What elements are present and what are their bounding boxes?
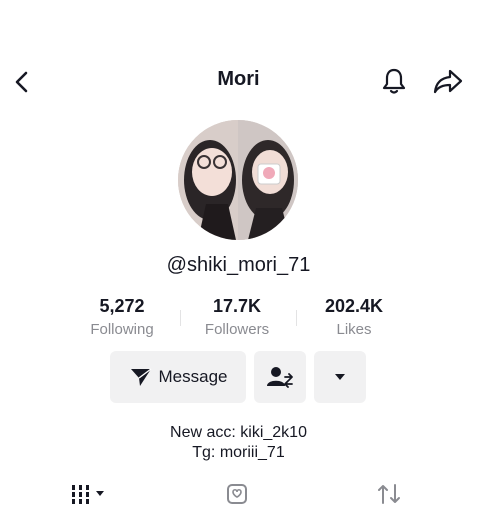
stat-label: Followers: [204, 321, 270, 338]
bio-line: Tg: moriii_71: [192, 444, 285, 461]
avatar[interactable]: [178, 120, 298, 240]
send-icon: [129, 366, 153, 388]
tab-videos-grid-icon[interactable]: [70, 484, 110, 504]
caret-down-icon: [333, 372, 347, 382]
more-options-button[interactable]: [314, 351, 366, 403]
stat-value: 5,272: [99, 296, 145, 316]
stat-value: 202.4K: [324, 296, 384, 316]
stat-followers[interactable]: 17.7K Followers: [177, 296, 297, 338]
tab-repost-icon[interactable]: [376, 483, 402, 505]
share-icon[interactable]: [432, 66, 464, 96]
message-label: Message: [158, 367, 228, 386]
tab-liked-icon[interactable]: [226, 483, 250, 505]
stat-value: 17.7K: [212, 296, 262, 316]
bio-line: New acc: kiki_2k10: [170, 424, 307, 441]
stat-label: Following: [90, 321, 154, 338]
stat-following[interactable]: 5,272 Following: [62, 296, 182, 338]
add-friend-icon: [266, 364, 294, 390]
stat-label: Likes: [336, 321, 372, 338]
stat-likes[interactable]: 202.4K Likes: [294, 296, 414, 338]
message-button[interactable]: Message: [110, 351, 246, 403]
add-friend-button[interactable]: [254, 351, 306, 403]
bell-icon[interactable]: [380, 66, 408, 96]
username: @shiki_mori_71: [166, 254, 311, 276]
